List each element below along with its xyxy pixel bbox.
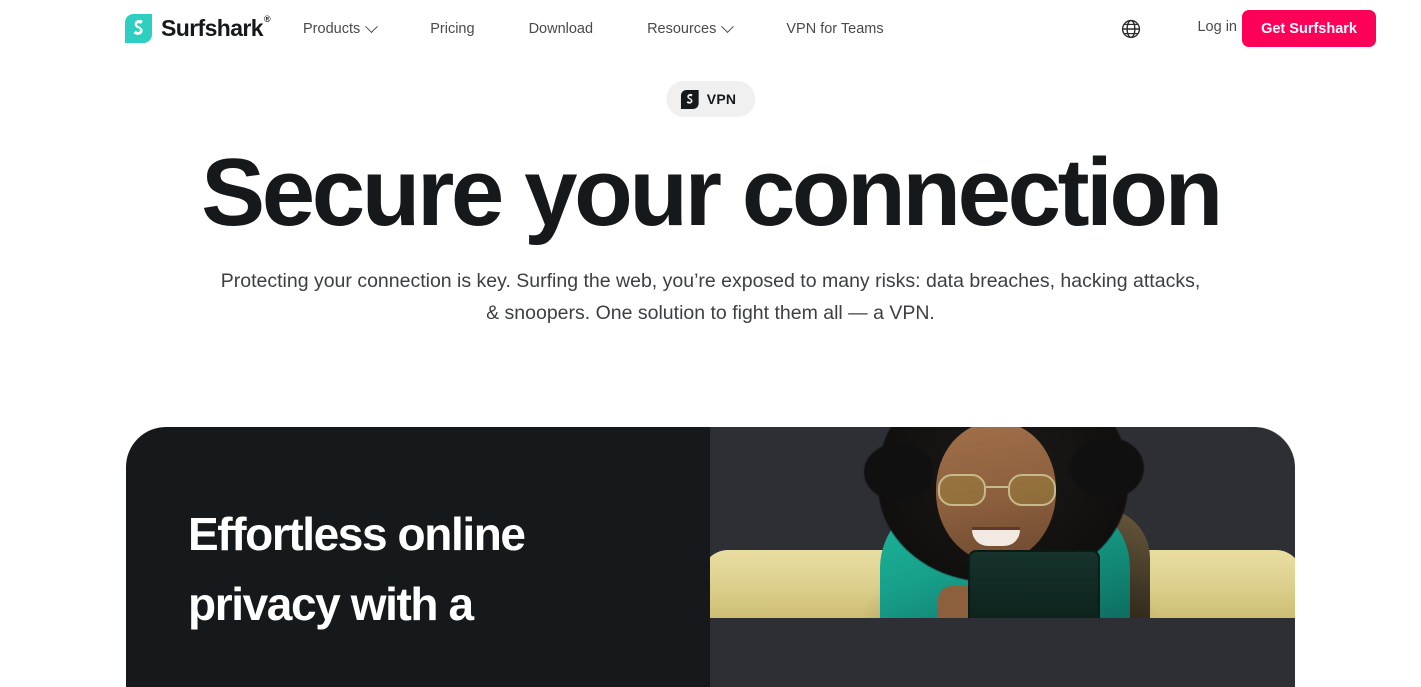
language-selector-button[interactable] (1117, 15, 1145, 43)
brand-logo-link[interactable]: Surfshark® (124, 13, 271, 44)
feature-card-text-panel: Effortless online privacy with a (126, 427, 710, 687)
nav-label: VPN for Teams (786, 21, 884, 37)
surfshark-logo-icon (125, 14, 152, 43)
login-link[interactable]: Log in (1197, 19, 1237, 35)
chevron-down-icon (365, 19, 379, 33)
nav-label: Products (303, 21, 361, 37)
nav-item-vpn-for-teams[interactable]: VPN for Teams (786, 13, 883, 45)
nav-label: Pricing (430, 21, 475, 37)
globe-icon (1121, 19, 1141, 39)
main-navigation: Products Pricing Download Resources VPN … (303, 0, 884, 58)
brand-name: Surfshark® (161, 14, 271, 41)
chevron-down-icon (721, 19, 735, 33)
site-header: Surfshark® Products Pricing Download Res… (0, 0, 1421, 58)
vpn-badge-label: VPN (706, 91, 737, 107)
surfshark-mark-icon (680, 89, 699, 109)
nav-label: Download (528, 21, 594, 37)
page-title: Secure your connection (201, 139, 1223, 246)
get-surfshark-button[interactable]: Get Surfshark (1242, 10, 1376, 47)
feature-card-image-panel (710, 427, 1295, 687)
brand-trademark: ® (263, 14, 271, 25)
photo-top-mask (710, 362, 1295, 427)
nav-item-download[interactable]: Download (529, 13, 594, 45)
feature-card: Effortless online privacy with a (126, 427, 1295, 687)
feature-card-title: Effortless online privacy with a (188, 508, 526, 630)
vpn-badge[interactable]: VPN (665, 81, 756, 117)
nav-item-products[interactable]: Products (303, 13, 379, 45)
nav-item-resources[interactable]: Resources (647, 13, 735, 45)
hero-subtitle: Protecting your connection is key. Surfi… (220, 270, 1201, 324)
nav-label: Resources (647, 21, 717, 37)
nav-item-pricing[interactable]: Pricing (430, 13, 474, 45)
